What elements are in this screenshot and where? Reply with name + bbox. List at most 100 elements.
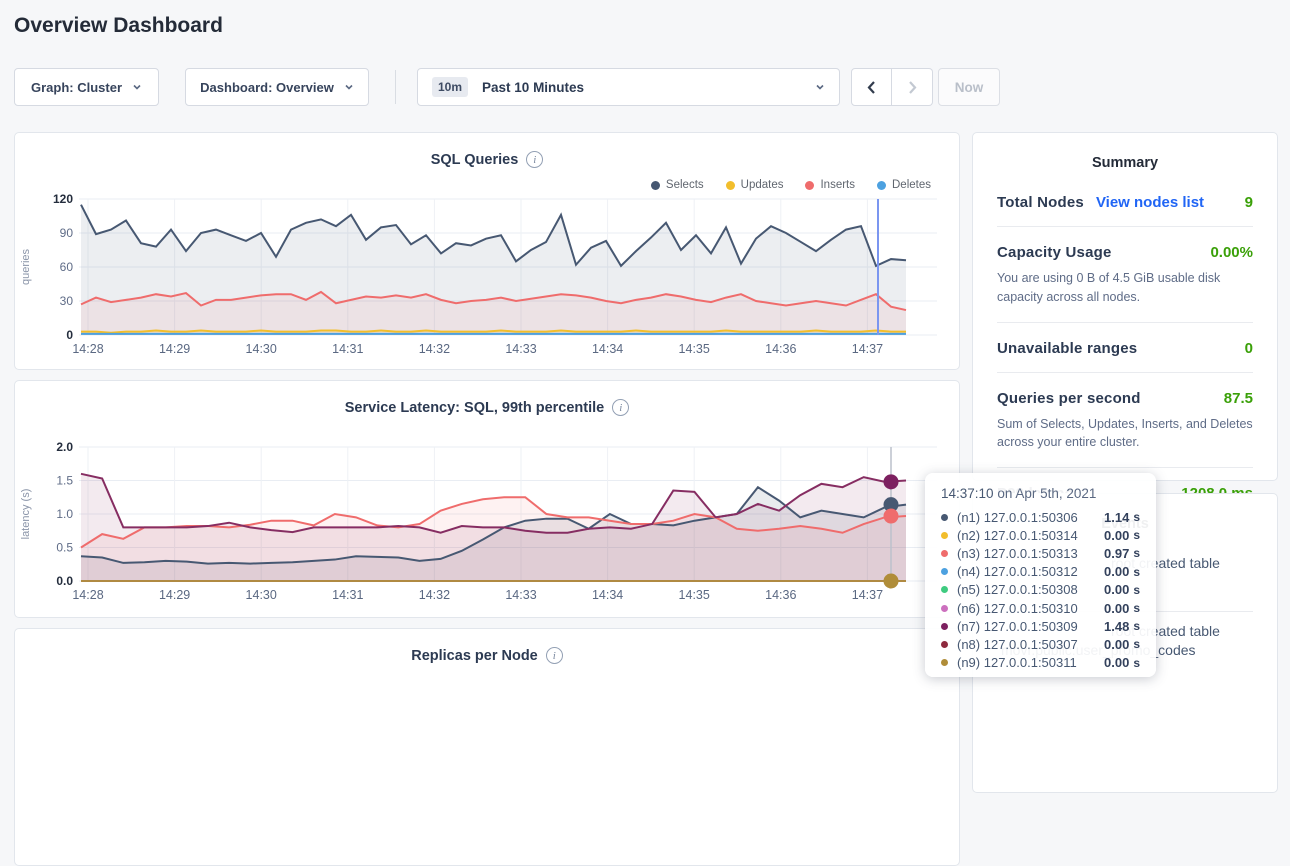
summary-metric-label: Total Nodes (997, 194, 1084, 211)
view-nodes-list-link[interactable]: View nodes list (1096, 194, 1204, 211)
svg-text:0.0: 0.0 (56, 574, 73, 588)
series-color-dot (941, 586, 948, 593)
svg-text:0.5: 0.5 (56, 541, 73, 555)
info-icon[interactable]: i (546, 647, 563, 664)
tooltip-node-row: (n6) 127.0.0.1:503100.00 s (941, 599, 1140, 617)
latency-unit: s (1133, 565, 1140, 579)
dashboard-dropdown[interactable]: Dashboard: Overview (185, 68, 369, 106)
tooltip-node-row: (n8) 127.0.0.1:503070.00 s (941, 635, 1140, 653)
summary-metric-label: Capacity Usage (997, 244, 1112, 261)
latency-unit: s (1133, 528, 1140, 542)
svg-text:60: 60 (60, 260, 74, 274)
time-back-button[interactable] (851, 68, 892, 106)
node-address: (n4) 127.0.0.1:50312 (957, 564, 1104, 579)
series-color-dot (941, 641, 948, 648)
latency-unit: s (1133, 601, 1140, 615)
chevron-down-icon (815, 82, 825, 92)
time-range-dropdown[interactable]: 10m Past 10 Minutes (417, 68, 840, 106)
latency-unit: s (1133, 656, 1140, 670)
dashboard-dropdown-label: Dashboard: Overview (200, 80, 334, 95)
summary-rows: Total NodesView nodes list9Capacity Usag… (973, 171, 1277, 517)
graph-dropdown-label: Graph: Cluster (31, 80, 122, 95)
summary-metric-value: 0 (1245, 340, 1253, 357)
tooltip-node-row: (n9) 127.0.0.1:503110.00 s (941, 654, 1140, 672)
graph-dropdown[interactable]: Graph: Cluster (14, 68, 159, 106)
tooltip-node-row: (n5) 127.0.0.1:503080.00s (941, 581, 1140, 599)
summary-title: Summary (973, 133, 1277, 171)
chart-title-row: Service Latency: SQL, 99th percentile i (15, 399, 959, 416)
summary-metric-description: You are using 0 B of 4.5 GiB usable disk… (997, 269, 1253, 307)
now-button-disabled[interactable]: Now (938, 68, 1000, 106)
svg-text:14:37: 14:37 (852, 588, 883, 602)
toolbar-divider (395, 70, 396, 104)
tooltip-node-row: (n1) 127.0.0.1:503061.14 s (941, 508, 1140, 526)
latency-unit: s (1133, 637, 1140, 651)
now-button-label: Now (955, 80, 984, 95)
svg-text:14:34: 14:34 (592, 588, 623, 602)
replicas-per-node-title: Replicas per Node (411, 648, 538, 664)
replicas-per-node-chart-card: Replicas per Node i (14, 628, 960, 866)
node-address: (n9) 127.0.0.1:50311 (957, 655, 1104, 670)
summary-row: Queries per second87.5Sum of Selects, Up… (997, 373, 1253, 469)
svg-text:14:32: 14:32 (419, 588, 450, 602)
node-address: (n8) 127.0.0.1:50307 (957, 637, 1104, 652)
node-latency-value: 0.00 (1104, 564, 1129, 579)
svg-text:14:30: 14:30 (246, 342, 277, 356)
svg-text:0: 0 (66, 328, 73, 342)
latency-unit: s (1133, 546, 1140, 560)
series-color-dot (941, 514, 948, 521)
latency-unit: s (1133, 619, 1140, 633)
summary-row: Unavailable ranges0 (997, 323, 1253, 373)
summary-row: Capacity Usage0.00%You are using 0 B of … (997, 227, 1253, 323)
service-latency-chart-card: Service Latency: SQL, 99th percentile i … (14, 380, 960, 618)
service-latency-plot[interactable]: 14:2814:2914:3014:3114:3214:3314:3414:35… (15, 437, 959, 613)
node-latency-value: 1.14 (1104, 510, 1129, 525)
time-forward-button-disabled[interactable] (892, 68, 933, 106)
sql-queries-chart-card: SQL Queries i SelectsUpdatesInsertsDelet… (14, 132, 960, 370)
svg-text:14:30: 14:30 (246, 588, 277, 602)
summary-metric-label: Queries per second (997, 390, 1141, 407)
node-address: (n6) 127.0.0.1:50310 (957, 601, 1104, 616)
sql-queries-plot[interactable]: 14:2814:2914:3014:3114:3214:3314:3414:35… (15, 189, 959, 365)
series-color-dot (941, 550, 948, 557)
node-address: (n2) 127.0.0.1:50314 (957, 528, 1104, 543)
node-latency-value: 0.00 (1104, 637, 1129, 652)
time-range-badge: 10m (432, 77, 468, 97)
node-address: (n5) 127.0.0.1:50308 (957, 582, 1104, 597)
tooltip-node-row: (n7) 127.0.0.1:503091.48s (941, 617, 1140, 635)
page-title: Overview Dashboard (14, 14, 223, 38)
svg-text:14:37: 14:37 (852, 342, 883, 356)
summary-panel: Summary Total NodesView nodes list9Capac… (972, 132, 1278, 481)
svg-text:14:36: 14:36 (765, 342, 796, 356)
series-color-dot (941, 623, 948, 630)
series-color-dot (941, 532, 948, 539)
svg-text:14:34: 14:34 (592, 342, 623, 356)
svg-text:1.5: 1.5 (56, 474, 73, 488)
sql-queries-title: SQL Queries (431, 152, 519, 168)
svg-text:2.0: 2.0 (56, 440, 73, 454)
time-range-label: Past 10 Minutes (482, 80, 584, 95)
svg-text:queries: queries (20, 248, 32, 285)
chevron-left-icon (865, 80, 878, 95)
svg-text:14:32: 14:32 (419, 342, 450, 356)
info-icon[interactable]: i (526, 151, 543, 168)
info-icon[interactable]: i (612, 399, 629, 416)
svg-text:14:33: 14:33 (505, 588, 536, 602)
node-latency-value: 0.00 (1104, 601, 1129, 616)
service-latency-title: Service Latency: SQL, 99th percentile (345, 400, 605, 416)
node-latency-value: 1.48 (1104, 619, 1129, 634)
summary-metric-value: 87.5 (1224, 390, 1253, 407)
node-latency-value: 0.00 (1104, 655, 1129, 670)
node-address: (n1) 127.0.0.1:50306 (957, 510, 1104, 525)
svg-text:latency (s): latency (s) (20, 489, 32, 540)
chart-title-row: Replicas per Node i (15, 647, 959, 664)
svg-text:14:36: 14:36 (765, 588, 796, 602)
svg-text:14:33: 14:33 (505, 342, 536, 356)
node-latency-value: 0.00 (1104, 582, 1129, 597)
tooltip-node-row: (n4) 127.0.0.1:503120.00 s (941, 563, 1140, 581)
tooltip-timestamp: 14:37:10 on Apr 5th, 2021 (941, 486, 1140, 501)
svg-text:14:28: 14:28 (72, 588, 103, 602)
chevron-right-icon (906, 80, 919, 95)
node-address: (n3) 127.0.0.1:50313 (957, 546, 1104, 561)
latency-unit: s (1133, 510, 1140, 524)
